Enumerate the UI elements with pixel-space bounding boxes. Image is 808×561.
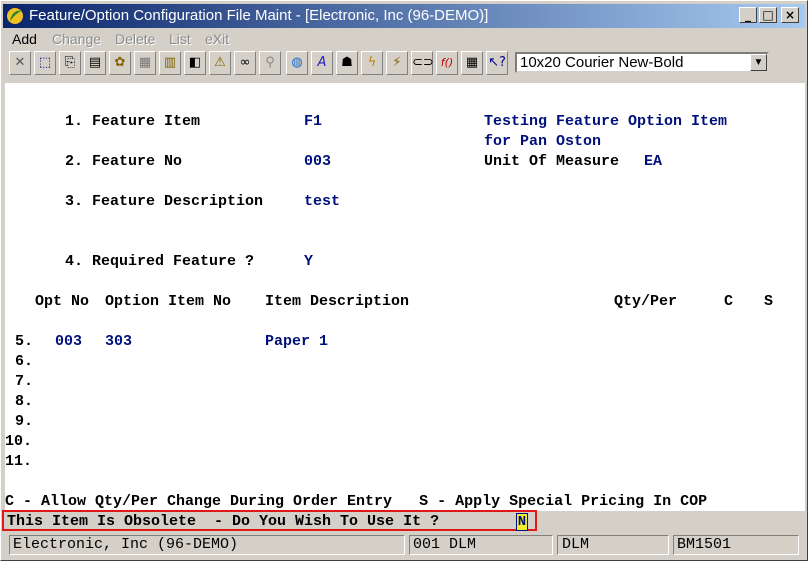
chevron-down-icon[interactable]: ▼ — [750, 54, 767, 71]
application-window: Feature/Option Configuration File Maint … — [0, 0, 808, 561]
row-option-item-no[interactable]: 303 — [105, 333, 132, 350]
row-line-number: 5. — [15, 333, 34, 350]
unit-of-measure-value: EA — [644, 153, 663, 170]
menu-exit[interactable]: eXit — [205, 31, 229, 47]
window-title: Feature/Option Configuration File Maint … — [29, 7, 489, 24]
terminal-screen: 1. Feature Item F1 Testing Feature Optio… — [5, 83, 805, 511]
feature-description-label: 3. Feature Description — [65, 193, 264, 210]
font-selector[interactable]: 10x20 Courier New-Bold ▼ — [515, 52, 769, 73]
prompt-answer-input[interactable]: N — [516, 513, 528, 531]
row-line-number: 6. — [15, 353, 34, 370]
feature-item-description-line1: Testing Feature Option Item — [484, 113, 728, 130]
required-feature-label: 4. Required Feature ? — [65, 253, 255, 270]
header-s: S — [764, 293, 774, 310]
close-button[interactable]: × — [781, 7, 799, 23]
row-line-number: 9. — [15, 413, 34, 430]
link-icon[interactable]: ⊂⊃ — [411, 51, 434, 75]
binoculars-icon[interactable]: ∞ — [234, 51, 256, 75]
menu-add[interactable]: Add — [12, 31, 37, 47]
prompt-message: This Item Is Obsolete - Do You Wish To U… — [7, 513, 440, 530]
globe-icon[interactable]: ◍ — [286, 51, 308, 75]
font-selector-value: 10x20 Courier New-Bold — [520, 54, 684, 71]
row-line-number: 7. — [15, 373, 34, 390]
calculator-icon[interactable]: ▦ — [461, 51, 483, 75]
copy-icon[interactable]: ⎘ — [59, 51, 81, 75]
text-a-icon[interactable]: A — [311, 51, 333, 75]
run-icon[interactable]: ⚡ — [386, 51, 408, 75]
unit-of-measure-label: Unit Of Measure — [484, 153, 620, 170]
status-bar: Electronic, Inc (96-DEMO) 001 DLM DLM BM… — [3, 533, 805, 557]
status-program: BM1501 — [673, 535, 799, 555]
search-icon[interactable]: ⚲ — [259, 51, 281, 75]
status-user: DLM — [557, 535, 669, 555]
feature-no-field[interactable]: 003 — [304, 153, 331, 170]
row-opt-no[interactable]: 003 — [55, 333, 82, 350]
row-line-number: 11. — [5, 453, 33, 470]
feature-item-field[interactable]: F1 — [304, 113, 322, 130]
warning-icon[interactable]: ⚠ — [209, 51, 231, 75]
status-user-code: 001 DLM — [409, 535, 553, 555]
title-bar: Feature/Option Configuration File Maint … — [3, 4, 805, 28]
status-company: Electronic, Inc (96-DEMO) — [9, 535, 405, 555]
settings-icon[interactable]: ✿ — [109, 51, 131, 75]
header-opt-no: Opt No — [35, 293, 90, 310]
function-icon[interactable]: f() — [436, 51, 458, 75]
feature-description-field[interactable]: test — [304, 193, 340, 210]
column-legend: C - Allow Qty/Per Change During Order En… — [5, 493, 708, 510]
minimize-button[interactable]: _ — [739, 7, 757, 23]
maximize-button[interactable]: □ — [759, 7, 777, 23]
obsolete-item-prompt: This Item Is Obsolete - Do You Wish To U… — [2, 510, 537, 531]
row-line-number: 10. — [5, 433, 33, 450]
header-qty-per: Qty/Per — [614, 293, 678, 310]
select-box-icon[interactable]: ⬚ — [34, 51, 56, 75]
feature-no-label: 2. Feature No — [65, 153, 183, 170]
paste-icon[interactable]: ▤ — [84, 51, 106, 75]
required-feature-field[interactable]: Y — [304, 253, 313, 270]
header-item-description: Item Description — [265, 293, 410, 310]
header-option-item-no: Option Item No — [105, 293, 232, 310]
header-c: C — [724, 293, 734, 310]
row-line-number: 8. — [15, 393, 34, 410]
help-pointer-icon[interactable]: ↖? — [486, 51, 508, 75]
notepad-icon[interactable]: ▥ — [159, 51, 181, 75]
feature-item-label: 1. Feature Item — [65, 113, 201, 130]
close-x-icon[interactable]: ✕ — [9, 51, 31, 75]
feature-item-description-line2: for Pan Oston — [484, 133, 602, 150]
app-logo-icon — [7, 8, 23, 24]
row-item-description: Paper 1 — [265, 333, 329, 350]
print-preview-icon[interactable]: ◧ — [184, 51, 206, 75]
lookup-icon[interactable]: ☗ — [336, 51, 358, 75]
menu-delete[interactable]: Delete — [115, 31, 155, 47]
toolbar: ✕ ⬚ ⎘ ▤ ✿ ▦ ▥ ◧ ⚠ ∞ ⚲ ◍ A ☗ ϟ ⚡ ⊂⊃ f() ▦… — [7, 51, 805, 78]
menu-list[interactable]: List — [169, 31, 191, 47]
menu-change[interactable]: Change — [52, 31, 101, 47]
lightning-icon[interactable]: ϟ — [361, 51, 383, 75]
properties-icon[interactable]: ▦ — [134, 51, 156, 75]
